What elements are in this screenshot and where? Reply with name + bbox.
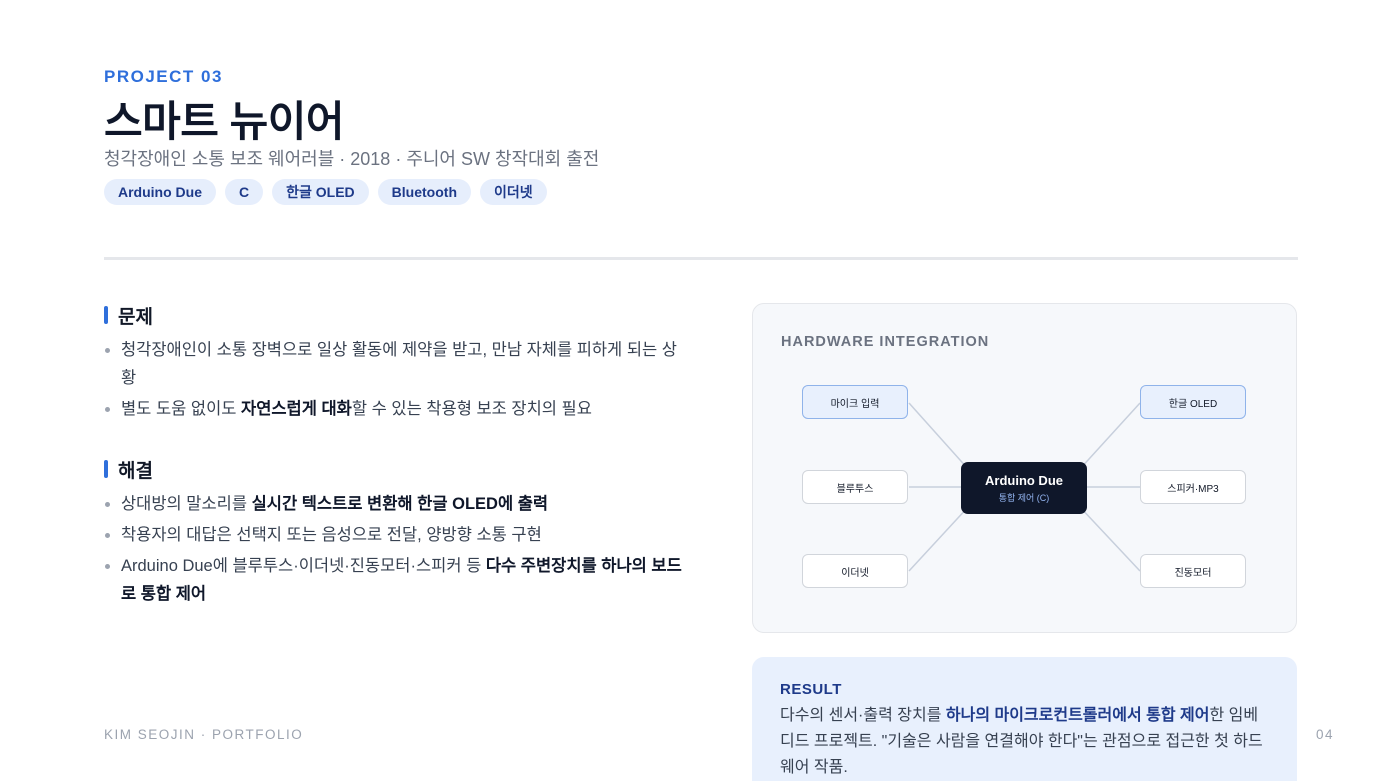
solution-section: 해결 상대방의 말소리를 실시간 텍스트로 변환해 한글 OLED에 출력착용자… [104, 458, 684, 611]
solution-list: 상대방의 말소리를 실시간 텍스트로 변환해 한글 OLED에 출력착용자의 대… [104, 490, 684, 608]
text-run: 상대방의 말소리를 [121, 495, 252, 513]
arduino-due-node: Arduino Due 통합 제어 (C) [961, 462, 1087, 514]
hardware-integration-card: HARDWARE INTEGRATION 마이크 입력 블루투스 이더넷 한글 … [752, 303, 1297, 633]
speaker-node: 스피커·MP3 [1140, 470, 1246, 504]
list-item: 착용자의 대답은 선택지 또는 음성으로 전달, 양방향 소통 구현 [104, 521, 684, 549]
section-accent-bar [104, 460, 108, 478]
oled-node: 한글 OLED [1140, 385, 1246, 419]
ethernet-node: 이더넷 [802, 554, 908, 588]
problem-list: 청각장애인이 소통 장벽으로 일상 활동에 제약을 받고, 만남 자체를 피하게… [104, 336, 684, 423]
emphasis-text: 자연스럽게 대화 [241, 400, 352, 418]
mic-input-node: 마이크 입력 [802, 385, 908, 419]
text-run: 할 수 있는 착용형 보조 장치의 필요 [351, 400, 592, 418]
header-divider [104, 257, 1298, 260]
text-run: 다수의 센서·출력 장치를 [780, 707, 946, 724]
project-kicker: PROJECT 03 [104, 67, 223, 86]
list-item: 별도 도움 없이도 자연스럽게 대화할 수 있는 착용형 보조 장치의 필요 [104, 395, 684, 423]
page-subtitle: 청각장애인 소통 보조 웨어러블 · 2018 · 주니어 SW 창작대회 출전 [104, 149, 600, 169]
footer-portfolio-label: KIM SEOJIN · PORTFOLIO [104, 727, 304, 742]
tech-tag: Bluetooth [377, 179, 471, 205]
tech-tag: 이더넷 [480, 179, 547, 205]
connection-line [1078, 402, 1141, 471]
problem-title: 문제 [118, 306, 153, 328]
result-card: RESULT 다수의 센서·출력 장치를 하나의 마이크로컨트롤러에서 통합 제… [752, 657, 1297, 781]
text-run: 별도 도움 없이도 [121, 400, 242, 418]
emphasis-text: 하나의 마이크로컨트롤러에서 통합 제어 [945, 707, 1210, 724]
connection-line [1078, 505, 1141, 572]
section-accent-bar [104, 306, 108, 324]
result-title: RESULT [780, 681, 842, 698]
page-title: 스마트 뉴이어 [104, 98, 345, 145]
emphasis-text: 실시간 텍스트로 변환해 한글 OLED에 출력 [251, 495, 549, 513]
vibration-motor-node: 진동모터 [1140, 554, 1246, 588]
tech-tag: C [225, 179, 264, 205]
list-item: 청각장애인이 소통 장벽으로 일상 활동에 제약을 받고, 만남 자체를 피하게… [104, 336, 684, 392]
tech-tag: Arduino Due [104, 179, 216, 205]
problem-section: 문제 청각장애인이 소통 장벽으로 일상 활동에 제약을 받고, 만남 자체를 … [104, 304, 684, 426]
text-run: 착용자의 대답은 선택지 또는 음성으로 전달, 양방향 소통 구현 [121, 526, 542, 544]
center-node-subtitle: 통합 제어 (C) [998, 492, 1050, 503]
tech-tag-list: Arduino Due C 한글 OLED Bluetooth 이더넷 [104, 179, 547, 205]
center-node-title: Arduino Due [985, 472, 1063, 488]
text-run: Arduino Due에 블루투스·이더넷·진동모터·스피커 등 [121, 557, 486, 575]
solution-title: 해결 [118, 460, 153, 482]
connection-line [908, 505, 970, 572]
connection-line [908, 402, 970, 471]
list-item: Arduino Due에 블루투스·이더넷·진동모터·스피커 등 다수 주변장치… [104, 552, 684, 608]
page-number: 04 [1316, 727, 1335, 742]
bluetooth-node: 블루투스 [802, 470, 908, 504]
result-text: 다수의 센서·출력 장치를 하나의 마이크로컨트롤러에서 통합 제어한 임베디드… [780, 703, 1269, 781]
text-run: 청각장애인이 소통 장벽으로 일상 활동에 제약을 받고, 만남 자체를 피하게… [121, 341, 677, 387]
list-item: 상대방의 말소리를 실시간 텍스트로 변환해 한글 OLED에 출력 [104, 490, 684, 518]
tech-tag: 한글 OLED [272, 179, 369, 205]
